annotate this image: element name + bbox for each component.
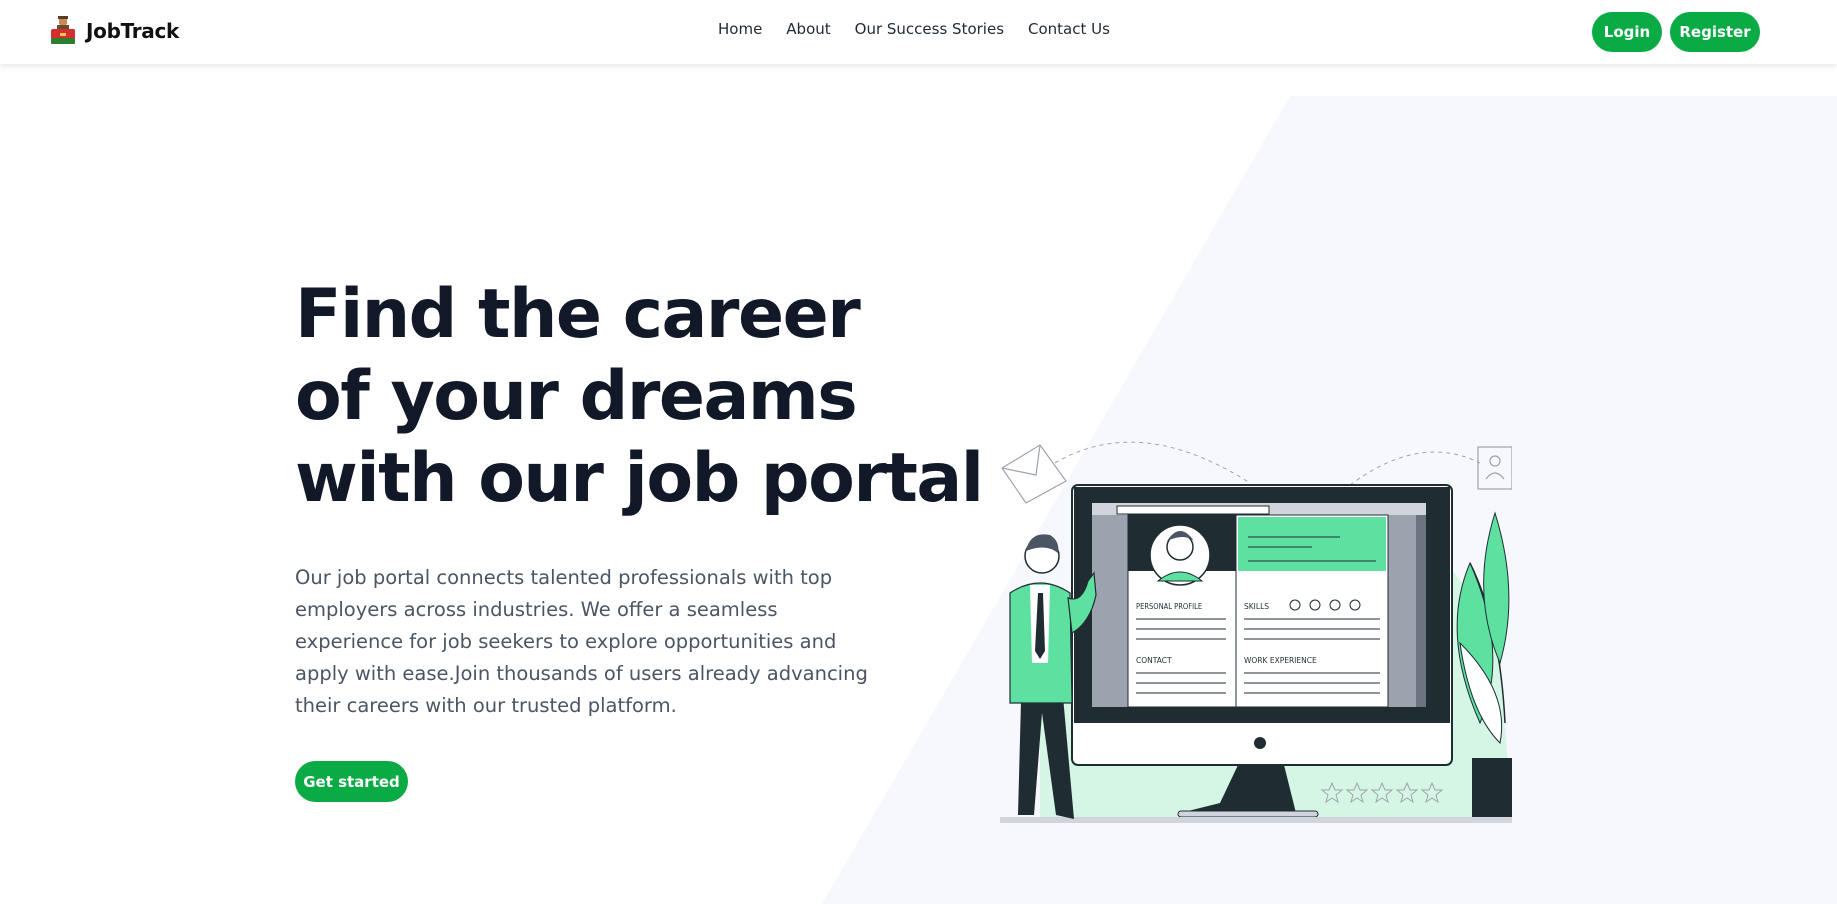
nav-success-stories-link[interactable]: Our Success Stories bbox=[855, 20, 1004, 38]
envelope-icon bbox=[1001, 444, 1067, 504]
contact-label: CONTACT bbox=[1136, 656, 1172, 665]
work-experience-label: WORK EXPERIENCE bbox=[1244, 656, 1317, 665]
personal-profile-label: PERSONAL PROFILE bbox=[1136, 602, 1202, 611]
hero-title-line-1: Find the career bbox=[295, 275, 861, 354]
resume-computer-illustration: PERSONAL PROFILE SKILLS CONTACT WORK EXP… bbox=[1000, 441, 1512, 823]
get-started-button[interactable]: Get started bbox=[295, 761, 408, 802]
skills-label: SKILLS bbox=[1244, 602, 1269, 611]
hero-description: Our job portal connects talented profess… bbox=[295, 566, 868, 717]
auth-buttons: Login Register bbox=[1592, 12, 1760, 52]
hero-title-line-2: of your dreams bbox=[295, 357, 858, 436]
user-card-icon bbox=[1477, 446, 1512, 490]
nav-contact-link[interactable]: Contact Us bbox=[1028, 20, 1110, 38]
nav-home-link[interactable]: Home bbox=[718, 20, 762, 38]
brand-name: JobTrack bbox=[86, 19, 180, 43]
briefcase-person-logo-icon bbox=[51, 16, 75, 44]
login-button[interactable]: Login bbox=[1592, 12, 1662, 52]
navbar: JobTrack Home About Our Success Stories … bbox=[0, 0, 1837, 64]
hero-title: Find the career of your dreams with our … bbox=[295, 274, 995, 520]
nav-about-link[interactable]: About bbox=[786, 20, 830, 38]
main-nav: Home About Our Success Stories Contact U… bbox=[718, 20, 1110, 38]
hero-title-line-3: with our job portal bbox=[295, 439, 984, 518]
brand[interactable]: JobTrack bbox=[50, 16, 179, 46]
register-button[interactable]: Register bbox=[1670, 12, 1760, 52]
